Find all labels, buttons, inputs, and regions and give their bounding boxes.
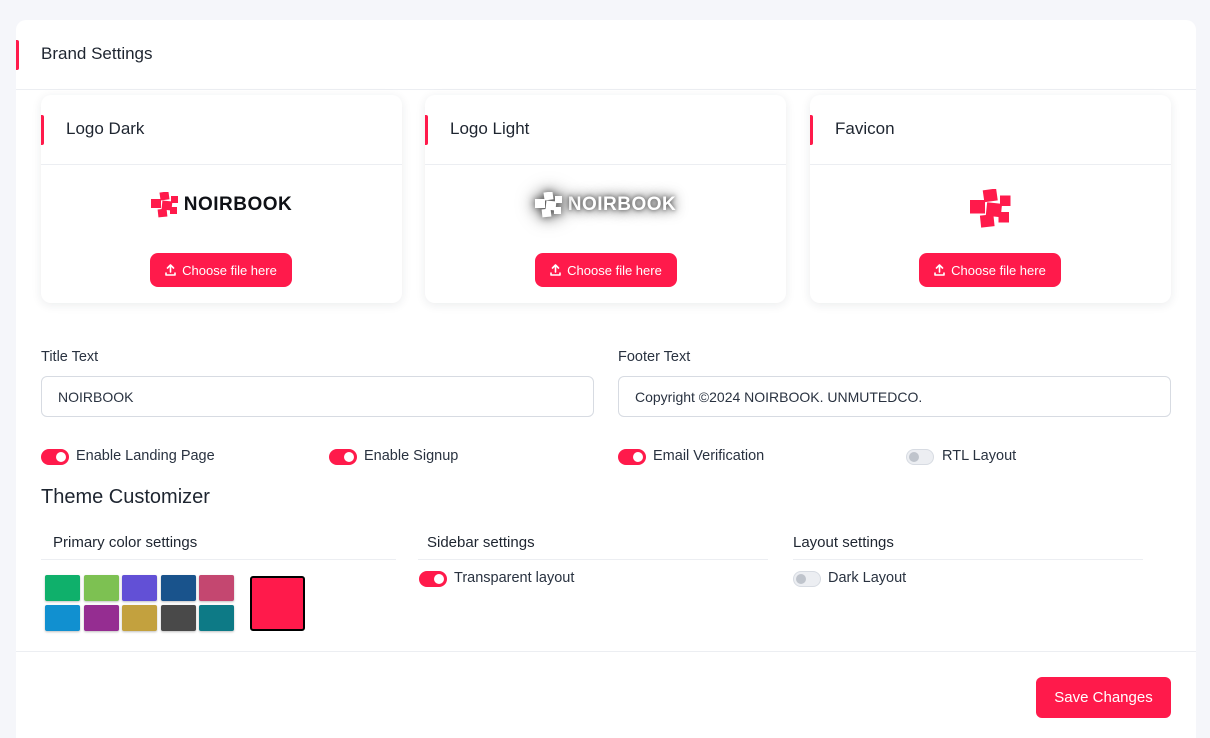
enable-landing-page-label: Enable Landing Page <box>76 448 215 464</box>
color-swatch[interactable] <box>83 575 119 601</box>
favicon-divider <box>810 164 1171 165</box>
logo-light-choose-file-button[interactable]: Choose file here <box>535 253 677 287</box>
card-header: Brand Settings <box>16 20 1196 90</box>
logo-light-card: Logo Light NOIRBOOK Choose file here <box>425 95 786 303</box>
logo-light-preview: NOIRBOOK <box>425 183 786 227</box>
transparent-layout-label: Transparent layout <box>454 570 575 586</box>
favicon-title: Favicon <box>835 119 895 138</box>
logo-dark-wordmark: NOIRBOOK <box>183 194 293 215</box>
color-swatch[interactable] <box>45 605 80 631</box>
logo-dark-card: Logo Dark NOIRBOOK Choose file here <box>41 95 402 303</box>
logo-dark-image: NOIRBOOK <box>150 192 293 218</box>
logo-light-image: NOIRBOOK <box>534 192 677 218</box>
title-text-label: Title Text <box>41 349 99 365</box>
logo-light-divider <box>425 164 786 165</box>
brand-mark-icon <box>150 192 178 218</box>
enable-landing-page-toggle[interactable] <box>41 449 69 465</box>
color-swatch[interactable] <box>122 605 157 631</box>
dark-layout-label: Dark Layout <box>828 570 907 586</box>
rtl-layout-toggle[interactable] <box>906 449 934 465</box>
color-swatch[interactable] <box>160 575 196 601</box>
logo-dark-choose-file-button[interactable]: Choose file here <box>150 253 292 287</box>
sidebar-settings-divider <box>418 559 768 560</box>
upload-icon <box>934 264 945 276</box>
color-swatch[interactable] <box>122 575 157 601</box>
color-swatch[interactable] <box>83 605 119 631</box>
footer-divider <box>16 651 1196 652</box>
header-accent-bar <box>16 40 19 70</box>
favicon-choose-file-button[interactable]: Choose file here <box>919 253 1061 287</box>
logo-dark-preview: NOIRBOOK <box>41 183 402 227</box>
color-swatch[interactable] <box>199 575 234 601</box>
save-changes-button[interactable]: Save Changes <box>1036 677 1171 718</box>
footer-text-input[interactable] <box>618 376 1171 417</box>
favicon-icon <box>969 189 1010 228</box>
color-swatch[interactable] <box>45 575 80 601</box>
title-text-input[interactable] <box>41 376 594 417</box>
primary-color-divider <box>41 559 396 560</box>
dark-layout-toggle[interactable] <box>793 571 821 587</box>
theme-customizer-title: Theme Customizer <box>41 486 210 508</box>
logo-dark-divider <box>41 164 402 165</box>
logo-dark-choose-file-label: Choose file here <box>182 262 277 278</box>
brand-mark-light-icon <box>534 192 562 218</box>
color-swatch[interactable] <box>199 605 234 631</box>
logo-light-wordmark: NOIRBOOK <box>567 194 677 215</box>
rtl-layout-label: RTL Layout <box>942 448 1017 464</box>
logo-dark-accent <box>41 115 44 145</box>
transparent-layout-toggle[interactable] <box>419 571 447 587</box>
enable-signup-label: Enable Signup <box>364 448 459 464</box>
logo-light-choose-file-label: Choose file here <box>567 262 662 278</box>
favicon-accent <box>810 115 813 145</box>
logo-dark-title: Logo Dark <box>66 119 145 138</box>
upload-icon <box>165 264 176 276</box>
card-title: Brand Settings <box>41 44 153 63</box>
footer-text-label: Footer Text <box>618 349 691 365</box>
favicon-card: Favicon Choose file here <box>810 95 1171 303</box>
layout-settings-title: Layout settings <box>793 534 894 551</box>
favicon-preview <box>810 187 1171 231</box>
favicon-choose-file-label: Choose file here <box>951 262 1046 278</box>
sidebar-settings-title: Sidebar settings <box>427 534 535 551</box>
email-verification-label: Email Verification <box>653 448 765 464</box>
upload-icon <box>550 264 561 276</box>
primary-color-settings-title: Primary color settings <box>53 534 198 551</box>
selected-color-swatch[interactable] <box>250 576 305 631</box>
layout-settings-divider <box>793 559 1143 560</box>
logo-light-accent <box>425 115 428 145</box>
email-verification-toggle[interactable] <box>618 449 646 465</box>
color-swatch[interactable] <box>160 605 196 631</box>
enable-signup-toggle[interactable] <box>329 449 357 465</box>
logo-light-title: Logo Light <box>450 119 530 138</box>
